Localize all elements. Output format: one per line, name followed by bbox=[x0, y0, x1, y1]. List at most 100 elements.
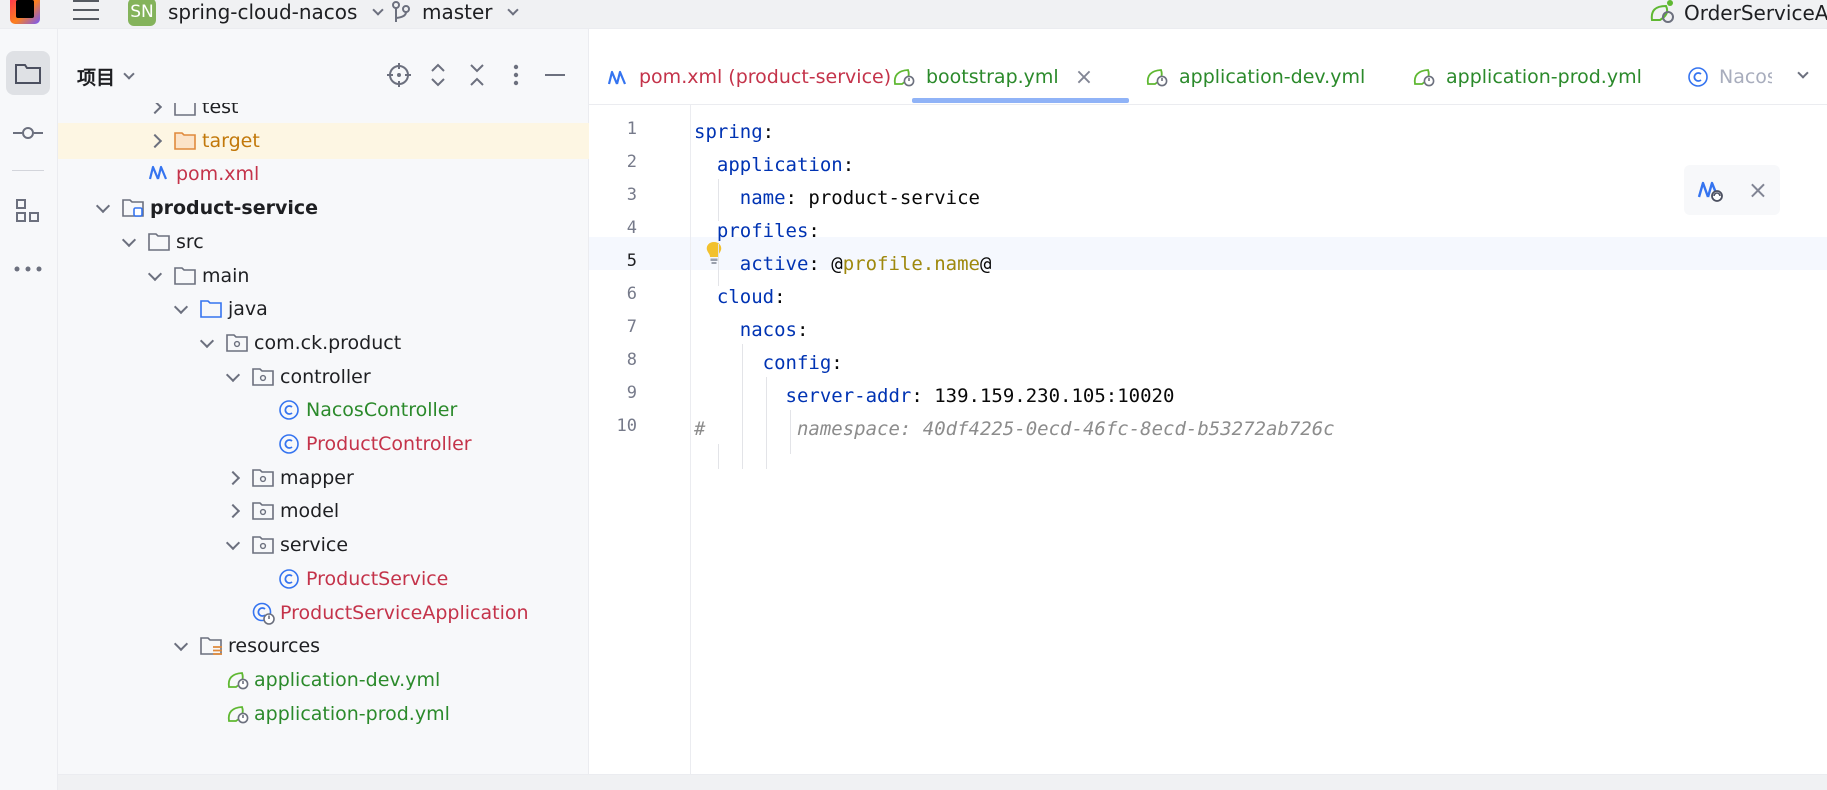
hide-panel-button[interactable] bbox=[541, 61, 569, 89]
tree-item-main[interactable]: main bbox=[58, 258, 589, 294]
tab-label: application-prod.yml bbox=[1446, 66, 1642, 88]
spring-yaml-icon bbox=[226, 669, 249, 691]
structure-icon bbox=[16, 199, 39, 222]
project-selector[interactable]: spring-cloud-nacos bbox=[168, 0, 384, 24]
close-toolbar-icon[interactable]: × bbox=[1748, 176, 1768, 204]
line-number: 7 bbox=[626, 317, 637, 337]
tab-list-chevron-icon[interactable] bbox=[1797, 67, 1809, 79]
chevron-down-icon[interactable] bbox=[96, 201, 110, 215]
tab-label: Nacos bbox=[1719, 66, 1772, 88]
main-menu-icon[interactable] bbox=[73, 0, 99, 20]
tree-item-java[interactable]: java bbox=[58, 291, 589, 327]
class-icon bbox=[278, 433, 300, 455]
tree-item-label: service bbox=[280, 534, 349, 557]
code-token: @ bbox=[980, 253, 992, 275]
tree-item-product-service[interactable]: product-service bbox=[58, 190, 589, 226]
tree-item-test[interactable]: test bbox=[58, 103, 589, 125]
code-token: name bbox=[694, 187, 786, 209]
spring-yaml-icon bbox=[1412, 66, 1436, 88]
tree-item-target[interactable]: target bbox=[58, 122, 589, 159]
chevron-down-icon bbox=[372, 4, 384, 16]
tree-item-service[interactable]: service bbox=[58, 527, 589, 563]
code-token: : bbox=[808, 220, 820, 242]
tree-item-src[interactable]: src bbox=[58, 224, 589, 260]
indent-guide bbox=[790, 410, 791, 454]
tree-item-label: application-prod.yml bbox=[254, 702, 450, 725]
more-horizontal-icon bbox=[14, 266, 42, 272]
project-view-selector[interactable]: 项目 bbox=[77, 63, 135, 90]
tree-item-application-prod-yml[interactable]: application-prod.yml bbox=[58, 696, 589, 732]
tree-item-label: model bbox=[280, 500, 340, 523]
run-config-selector[interactable]: OrderServiceApp bbox=[1648, 0, 1827, 26]
tree-item-label: product-service bbox=[150, 197, 318, 220]
minimize-icon bbox=[545, 74, 565, 76]
tree-item-mapper[interactable]: mapper bbox=[58, 460, 589, 496]
collapse-all-button[interactable] bbox=[463, 61, 491, 89]
line-number: 8 bbox=[626, 350, 637, 370]
structure-tool-button[interactable] bbox=[6, 189, 50, 233]
tree-item-resources[interactable]: resources bbox=[58, 628, 589, 664]
code-line: application: bbox=[694, 154, 854, 176]
tab-application-dev-yml[interactable]: application-dev.yml bbox=[1145, 59, 1365, 95]
tree-item-pom-xml[interactable]: pom.xml bbox=[58, 156, 589, 192]
chevron-down-icon[interactable] bbox=[226, 538, 240, 552]
tab-application-prod-yml[interactable]: application-prod.yml bbox=[1412, 59, 1642, 95]
project-tree: test target pom.xml product-service src main j… bbox=[58, 103, 589, 790]
options-button[interactable] bbox=[502, 61, 530, 89]
chevron-right-icon[interactable] bbox=[148, 103, 162, 114]
tree-item-label: mapper bbox=[280, 466, 354, 489]
tool-window-strip bbox=[0, 29, 58, 790]
commit-tool-button[interactable] bbox=[6, 111, 50, 155]
tree-item-application-dev-yml[interactable]: application-dev.yml bbox=[58, 662, 589, 698]
project-tool-button[interactable] bbox=[6, 51, 50, 95]
chevron-down-icon[interactable] bbox=[174, 639, 188, 653]
code-token: spring bbox=[694, 121, 763, 143]
chevron-right-icon[interactable] bbox=[226, 471, 240, 485]
chevron-down-icon[interactable] bbox=[148, 269, 162, 283]
chevron-down-icon[interactable] bbox=[174, 302, 188, 316]
intellij-logo-icon[interactable] bbox=[10, 0, 40, 24]
spring-boot-class-icon bbox=[252, 602, 275, 625]
tab-pom-xml-product-service-[interactable]: pom.xml (product-service) bbox=[607, 59, 891, 95]
code-token: : bbox=[762, 121, 775, 143]
more-tools-button[interactable] bbox=[6, 247, 50, 291]
line-number: 10 bbox=[616, 416, 637, 436]
chevron-down-icon bbox=[507, 4, 519, 16]
branch-selector[interactable]: master bbox=[422, 0, 519, 24]
commit-icon bbox=[13, 127, 43, 139]
tab-bootstrap-yml[interactable]: bootstrap.yml × bbox=[892, 59, 1093, 95]
locate-file-button[interactable] bbox=[385, 61, 413, 89]
tree-item-productserviceapplication[interactable]: ProductServiceApplication bbox=[58, 595, 589, 631]
branch-name: master bbox=[422, 0, 493, 24]
chevron-right-icon[interactable] bbox=[226, 504, 240, 518]
project-badge[interactable]: SN bbox=[128, 0, 156, 26]
locate-icon bbox=[387, 63, 411, 87]
chevron-down-icon[interactable] bbox=[226, 370, 240, 384]
chevron-right-icon[interactable] bbox=[148, 134, 162, 148]
chevron-down-icon[interactable] bbox=[122, 235, 136, 249]
resources-folder-icon bbox=[200, 635, 222, 657]
spring-boot-run-icon bbox=[1650, 0, 1674, 23]
git-branch-icon bbox=[392, 1, 410, 22]
close-tab-icon[interactable]: × bbox=[1075, 65, 1093, 90]
line-number: 5 bbox=[626, 251, 637, 271]
maven-reload-toolbar: × bbox=[1684, 165, 1780, 215]
maven-icon bbox=[607, 68, 629, 86]
maven-reload-icon[interactable] bbox=[1696, 177, 1724, 203]
tree-item-com-ck-product[interactable]: com.ck.product bbox=[58, 325, 589, 361]
chevron-down-icon[interactable] bbox=[200, 336, 214, 350]
code-line: active: @profile.name@ bbox=[694, 253, 992, 275]
class-icon bbox=[278, 399, 300, 421]
panel-title: 项目 bbox=[77, 67, 116, 89]
expand-all-icon bbox=[431, 63, 445, 87]
expand-all-button[interactable] bbox=[424, 61, 452, 89]
tree-item-controller[interactable]: controller bbox=[58, 359, 589, 395]
tree-item-label: application-dev.yml bbox=[254, 668, 441, 691]
tree-item-model[interactable]: model bbox=[58, 493, 589, 529]
tree-item-label: NacosController bbox=[306, 399, 458, 422]
tree-item-productcontroller[interactable]: ProductController bbox=[58, 426, 589, 462]
tab-nacos[interactable]: Nacos bbox=[1687, 59, 1772, 95]
package-icon bbox=[252, 467, 274, 489]
tree-item-productservice[interactable]: ProductService bbox=[58, 561, 589, 597]
tree-item-nacoscontroller[interactable]: NacosController bbox=[58, 392, 589, 428]
